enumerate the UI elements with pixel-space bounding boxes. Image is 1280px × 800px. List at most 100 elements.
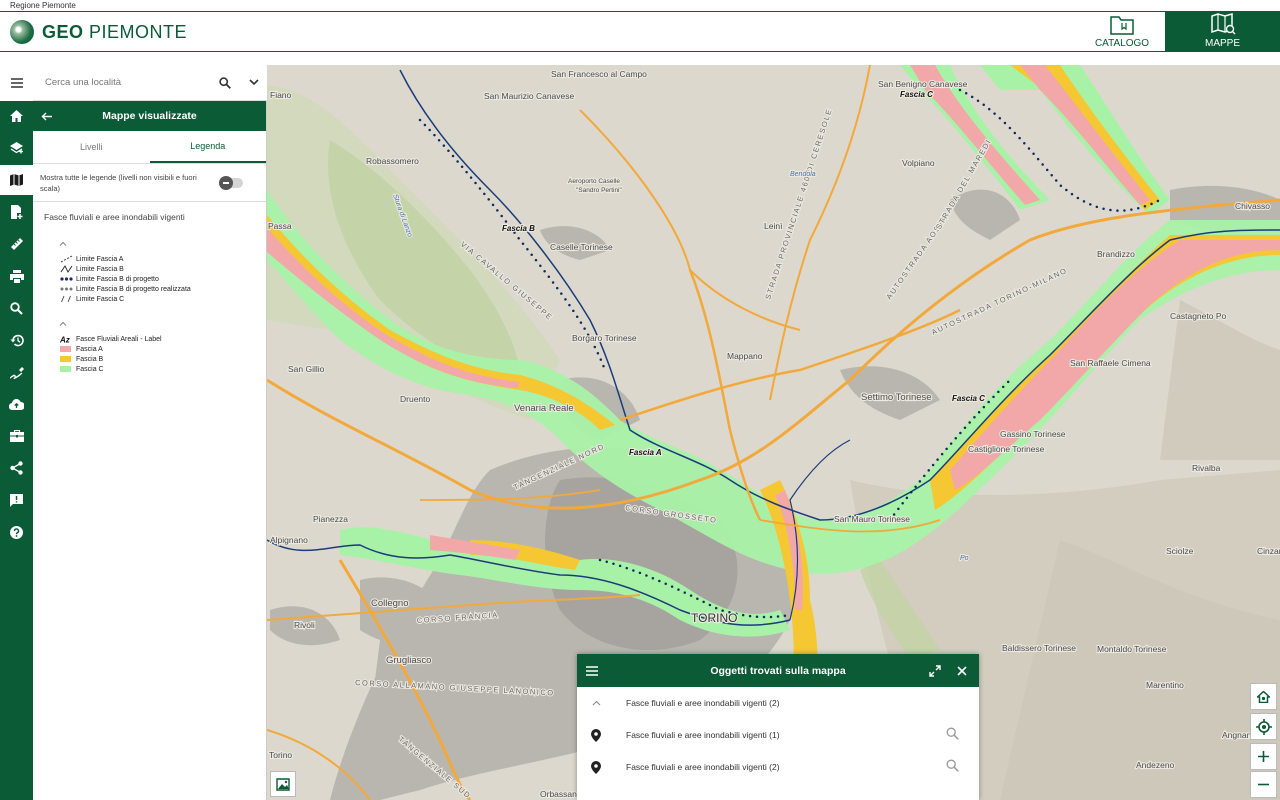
map-fascia-label-b: Fascia B bbox=[502, 224, 535, 233]
home-icon bbox=[10, 110, 23, 122]
legend-group-2: Az Fasce Fluviali Areali - Label Fascia … bbox=[33, 334, 266, 374]
help-button[interactable] bbox=[0, 517, 33, 547]
menu-icon bbox=[10, 78, 23, 88]
layers-icon bbox=[10, 141, 23, 153]
feedback-button[interactable] bbox=[0, 485, 33, 515]
layers-button[interactable] bbox=[0, 133, 33, 163]
zoom-out-button[interactable] bbox=[1250, 771, 1277, 798]
slash-line-icon bbox=[61, 295, 71, 303]
zoom-in-button[interactable] bbox=[1250, 743, 1277, 770]
help-icon bbox=[10, 525, 23, 539]
print-button[interactable] bbox=[0, 261, 33, 291]
measure-button[interactable] bbox=[0, 229, 33, 259]
map-pin-icon bbox=[591, 728, 601, 742]
dialog-item-row[interactable]: Fasce fluviali e aree inondabili vigenti… bbox=[577, 751, 979, 783]
map-fascia-label-a: Fascia A bbox=[629, 448, 662, 457]
basemap-switcher-button[interactable] bbox=[270, 771, 296, 797]
legend-item-fascia-a: Fascia A bbox=[60, 344, 266, 354]
chevron-up-icon bbox=[59, 241, 67, 246]
dialog-item-row[interactable]: Fasce fluviali e aree inondabili vigenti… bbox=[577, 719, 979, 751]
app-header: GEO PIEMONTE CATALOGO MAPPE bbox=[0, 12, 1280, 52]
zoom-to-feature-button[interactable] bbox=[946, 759, 959, 774]
legend-item-limite-fascia-a: Limite Fascia A bbox=[60, 254, 266, 264]
folder-icon bbox=[1110, 16, 1134, 35]
map-place-26: Collegno bbox=[371, 598, 409, 609]
map-place-33: Marentino bbox=[1146, 680, 1184, 690]
dialog-expand-button[interactable] bbox=[926, 662, 944, 680]
map-place-13: Borgaro Torinese bbox=[572, 333, 637, 343]
draw-button[interactable] bbox=[0, 357, 33, 387]
share-icon bbox=[10, 461, 23, 475]
search-tool-button[interactable] bbox=[0, 293, 33, 323]
map-water-po: Po bbox=[960, 555, 969, 562]
home-button[interactable] bbox=[0, 101, 33, 131]
home-extent-icon bbox=[1257, 690, 1270, 703]
map-place-27: Rivoli bbox=[294, 620, 315, 630]
legend-item-limite-fascia-b: Limite Fascia B bbox=[60, 264, 266, 274]
dialog-item-label: Fasce fluviali e aree inondabili vigenti… bbox=[626, 762, 780, 772]
chevron-down-icon bbox=[249, 79, 259, 86]
location-search-bar bbox=[33, 65, 267, 101]
draw-icon bbox=[9, 366, 24, 379]
upload-button[interactable] bbox=[0, 389, 33, 419]
map-place-6: Aeroporto Caselle bbox=[568, 178, 620, 185]
tab-legenda[interactable]: Legenda bbox=[149, 131, 266, 163]
show-all-legends-toggle[interactable] bbox=[219, 176, 243, 190]
map-place-10: Chivasso bbox=[1235, 201, 1270, 211]
legend-group-collapse-2[interactable] bbox=[33, 312, 266, 334]
share-button[interactable] bbox=[0, 453, 33, 483]
show-all-legends-row: Mostra tutte le legende (livelli non vis… bbox=[33, 164, 266, 202]
history-button[interactable] bbox=[0, 325, 33, 355]
map-place-38: Passa bbox=[268, 221, 292, 231]
map-place-4: Volpiano bbox=[902, 158, 935, 168]
add-document-button[interactable] bbox=[0, 197, 33, 227]
dialog-close-button[interactable] bbox=[953, 662, 971, 680]
home-extent-button[interactable] bbox=[1250, 683, 1277, 710]
map-place-36: Orbassano bbox=[540, 789, 582, 799]
map-place-23: San Mauro Torinese bbox=[834, 514, 910, 524]
map-place-19: San Raffaele Cimena bbox=[1070, 358, 1151, 368]
geopiemonte-logo[interactable]: GEO PIEMONTE bbox=[10, 18, 187, 46]
map-place-0: San Francesco al Campo bbox=[551, 69, 647, 79]
search-submit-button[interactable] bbox=[212, 70, 238, 96]
tab-livelli[interactable]: Livelli bbox=[33, 131, 150, 163]
close-icon bbox=[957, 666, 967, 676]
map-place-7: "Sandro Pertini" bbox=[576, 187, 622, 194]
map-place-11: Brandizzo bbox=[1097, 249, 1135, 259]
feedback-icon bbox=[10, 493, 23, 507]
map-place-8: Caselle Torinese bbox=[550, 242, 613, 252]
location-search-input[interactable] bbox=[45, 68, 208, 97]
zoom-to-feature-button[interactable] bbox=[946, 727, 959, 742]
geopiemonte-app: Regione Piemonte GEO PIEMONTE CATALOGO M… bbox=[0, 0, 1280, 800]
dialog-item-label: Fasce fluviali e aree inondabili vigenti… bbox=[626, 730, 780, 740]
catalogo-label: CATALOGO bbox=[1094, 38, 1150, 49]
panel-header: Mappe visualizzate bbox=[33, 101, 266, 131]
search-icon bbox=[10, 301, 23, 315]
cloud-upload-icon bbox=[9, 398, 24, 410]
panel-title: Mappe visualizzate bbox=[102, 110, 197, 122]
chevron-up-icon bbox=[592, 700, 600, 706]
map-place-35: Torino bbox=[269, 750, 292, 760]
logo-text: GEO PIEMONTE bbox=[42, 21, 188, 42]
legend-group-collapse-1[interactable] bbox=[33, 232, 266, 254]
search-options-button[interactable] bbox=[241, 70, 267, 96]
menu-button[interactable] bbox=[0, 65, 33, 101]
image-icon bbox=[276, 777, 290, 791]
grey-dotted-line-icon bbox=[60, 287, 73, 291]
map-water-bendola: Bendola bbox=[790, 171, 816, 178]
panel-tabs: Livelli Legenda bbox=[33, 131, 266, 164]
catalogo-button[interactable]: CATALOGO bbox=[1077, 12, 1167, 51]
maps-button[interactable] bbox=[0, 165, 33, 195]
locate-me-button[interactable] bbox=[1250, 713, 1277, 740]
legend-item-limite-fascia-b-progetto: Limite Fascia B di progetto bbox=[60, 274, 266, 284]
map-place-29: Sciolze bbox=[1166, 546, 1194, 556]
history-icon bbox=[10, 334, 24, 346]
dialog-group-row[interactable]: Fasce fluviali e aree inondabili vigenti… bbox=[577, 687, 979, 719]
region-bar[interactable]: Regione Piemonte bbox=[0, 0, 1280, 12]
mappe-button[interactable]: MAPPE bbox=[1165, 12, 1280, 51]
chevron-up-icon bbox=[59, 321, 67, 326]
minus-icon bbox=[1258, 783, 1269, 786]
legend-item-fascia-c: Fascia C bbox=[60, 364, 266, 374]
map-place-5: Robassomero bbox=[366, 156, 419, 166]
toolbox-button[interactable] bbox=[0, 421, 33, 451]
